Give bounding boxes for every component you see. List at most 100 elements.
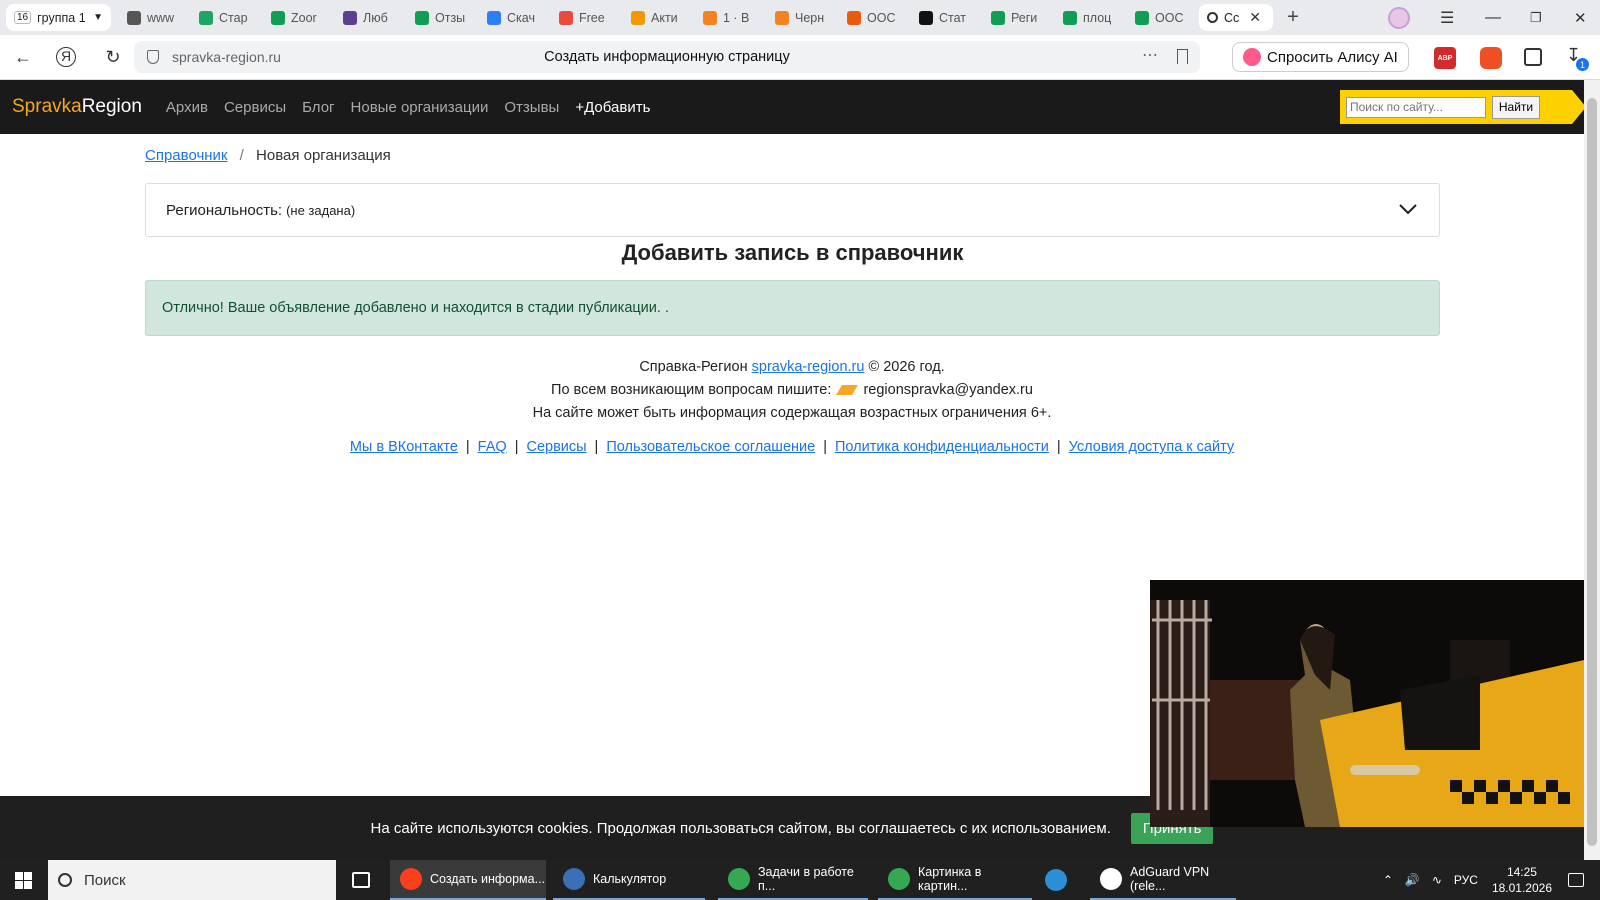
browser-tab[interactable]: Стар [191,4,263,31]
reload-icon[interactable]: ↻ [98,47,128,68]
browser-tab[interactable]: Люб [335,4,407,31]
site-search: Найти [1340,90,1586,124]
adblock-icon[interactable]: ABP [1434,47,1456,69]
alisa-button[interactable]: Спросить Алису AI [1232,42,1409,72]
browser-tab[interactable]: Реги [983,4,1055,31]
footer-link-user-agreement[interactable]: Пользовательское соглашение [606,439,815,455]
yandex-home-icon[interactable]: Я [56,47,76,67]
nav-services[interactable]: Сервисы [224,99,286,116]
taskbar-app[interactable]: AdGuard VPN (rele... [1090,860,1236,900]
nav-new-orgs[interactable]: Новые организации [351,99,489,116]
omnibox[interactable]: spravka-region.ru Создать информационную… [134,41,1200,73]
restore-icon[interactable]: ❐ [1530,0,1542,35]
close-tab-icon[interactable]: ✕ [1249,9,1261,26]
footer-contact: По всем возникающим вопросам пишите: reg… [0,379,1584,402]
browser-tab[interactable]: Free [551,4,623,31]
footer-age-notice: На сайте может быть информация содержаща… [532,405,1052,421]
footer-link-access-terms[interactable]: Условия доступа к сайту [1069,439,1234,455]
volume-icon[interactable]: 🔊 [1405,873,1420,887]
browser-tab[interactable]: Скач [479,4,551,31]
cookie-text: На сайте используются cookies. Продолжая… [370,819,1111,837]
taskbar-app-label: Картинка в картин... [918,865,982,893]
nav-reviews[interactable]: Отзывы [504,99,559,116]
footer-link-faq[interactable]: FAQ [478,439,507,455]
footer-separator: | [465,439,470,455]
browser-tab[interactable]: Zoor [263,4,335,31]
taskbar-search[interactable]: Поиск [48,860,336,900]
breadcrumb-home-link[interactable]: Справочник [145,147,228,164]
edge-icon[interactable] [1045,869,1067,891]
browser-tab[interactable]: плоц [1055,4,1127,31]
region-value: (не задана) [286,202,356,218]
browser-tab[interactable]: 1 · В [695,4,767,31]
chevron-down-icon[interactable]: ▼ [93,12,103,23]
browser-tab[interactable]: Стат [911,4,983,31]
new-tab-button[interactable]: + [1281,6,1305,29]
tab-group[interactable]: 16 группа 1 ▼ [6,4,111,31]
nav-blog[interactable]: Блог [302,99,334,116]
region-selector[interactable]: Региональность: (не задана) [145,183,1440,237]
page-scrollbar[interactable] [1584,80,1600,860]
taskbar-app[interactable]: Калькулятор [553,860,705,900]
success-alert: Отлично! Ваше объявление добавлено и нах… [145,280,1440,336]
chevron-up-icon[interactable]: ⌃ [1383,873,1393,887]
mail-icon [703,10,717,25]
browser-tab[interactable]: www [119,4,191,31]
system-tray: ⌃ 🔊 ∿ РУС 14:25 18.01.2026 [1383,860,1600,900]
sheets-icon [1135,10,1149,25]
profile-avatar[interactable] [1388,0,1410,35]
taskbar-app[interactable]: Создать информа... [390,860,546,900]
minimize-icon[interactable]: — [1485,0,1501,35]
logo-part-region: Region [81,96,142,117]
network-icon[interactable]: ∿ [1432,873,1442,887]
bookmark-icon[interactable] [1177,49,1188,64]
more-icon[interactable]: ⋯ [1142,45,1158,65]
search-icon [58,873,72,887]
browser-tab[interactable]: ООС [839,4,911,31]
tab-label: ООС [867,10,896,25]
tab-label: Скач [507,10,535,25]
footer-link-privacy[interactable]: Политика конфиденциальности [835,439,1049,455]
footer-link-vk[interactable]: Мы в ВКонтакте [350,439,458,455]
nav-archive[interactable]: Архив [166,99,208,116]
site-search-button[interactable]: Найти [1492,95,1540,119]
footer-separator: | [514,439,519,455]
chevron-down-icon[interactable] [1397,198,1419,220]
input-language[interactable]: РУС [1454,873,1478,887]
task-view-icon[interactable] [352,872,370,888]
taskbar-app[interactable]: Картинка в картин... [878,860,1032,900]
taskbar-app[interactable]: Задачи в работе п... [718,860,868,900]
tab-active[interactable]: Сс ✕ [1199,4,1273,31]
footer-year: © 2026 год. [868,359,945,375]
footer-site-link[interactable]: spravka-region.ru [752,359,865,375]
taskbar-search-label: Поиск [84,871,126,889]
clock[interactable]: 14:25 18.01.2026 [1492,864,1552,896]
pencil-icon [836,385,859,396]
picture-in-picture-video[interactable] [1150,580,1584,827]
clock-date: 18.01.2026 [1491,881,1552,895]
calculator-icon [563,868,585,890]
browser-tab[interactable]: ООС [1127,4,1199,31]
browser-tab[interactable]: Акти [623,4,695,31]
tab-label: Сс [1224,10,1240,25]
extensions-icon[interactable] [1524,48,1542,66]
windows-start-icon[interactable] [15,872,32,889]
close-window-icon[interactable]: ✕ [1574,0,1587,35]
tab-group-label: группа 1 [37,10,86,25]
extension-red-icon[interactable] [1480,47,1502,69]
browser-tab[interactable]: Отзы [407,4,479,31]
notifications-icon[interactable] [1568,873,1584,887]
chrome-icon [728,868,750,890]
footer-link-services[interactable]: Сервисы [526,439,586,455]
logo-part-spravka: Spravka [12,96,82,117]
back-arrow-icon[interactable]: ← [8,47,38,68]
site-search-input[interactable] [1346,96,1486,118]
site-footer: Справка-Регион spravka-region.ru © 2026 … [0,356,1584,425]
scrollbar-thumb[interactable] [1587,98,1597,846]
site-logo[interactable]: SpravkaRegion [12,96,142,118]
tab-list: www Стар Zoor Люб Отзы Скач Free Акти 1 · В Черн О… [119,4,1199,31]
footer-contact-label: По всем возникающим вопросам пишите: [551,382,832,398]
menu-icon[interactable]: ☰ [1440,0,1454,35]
nav-add[interactable]: +Добавить [575,99,650,116]
browser-tab[interactable]: Черн [767,4,839,31]
